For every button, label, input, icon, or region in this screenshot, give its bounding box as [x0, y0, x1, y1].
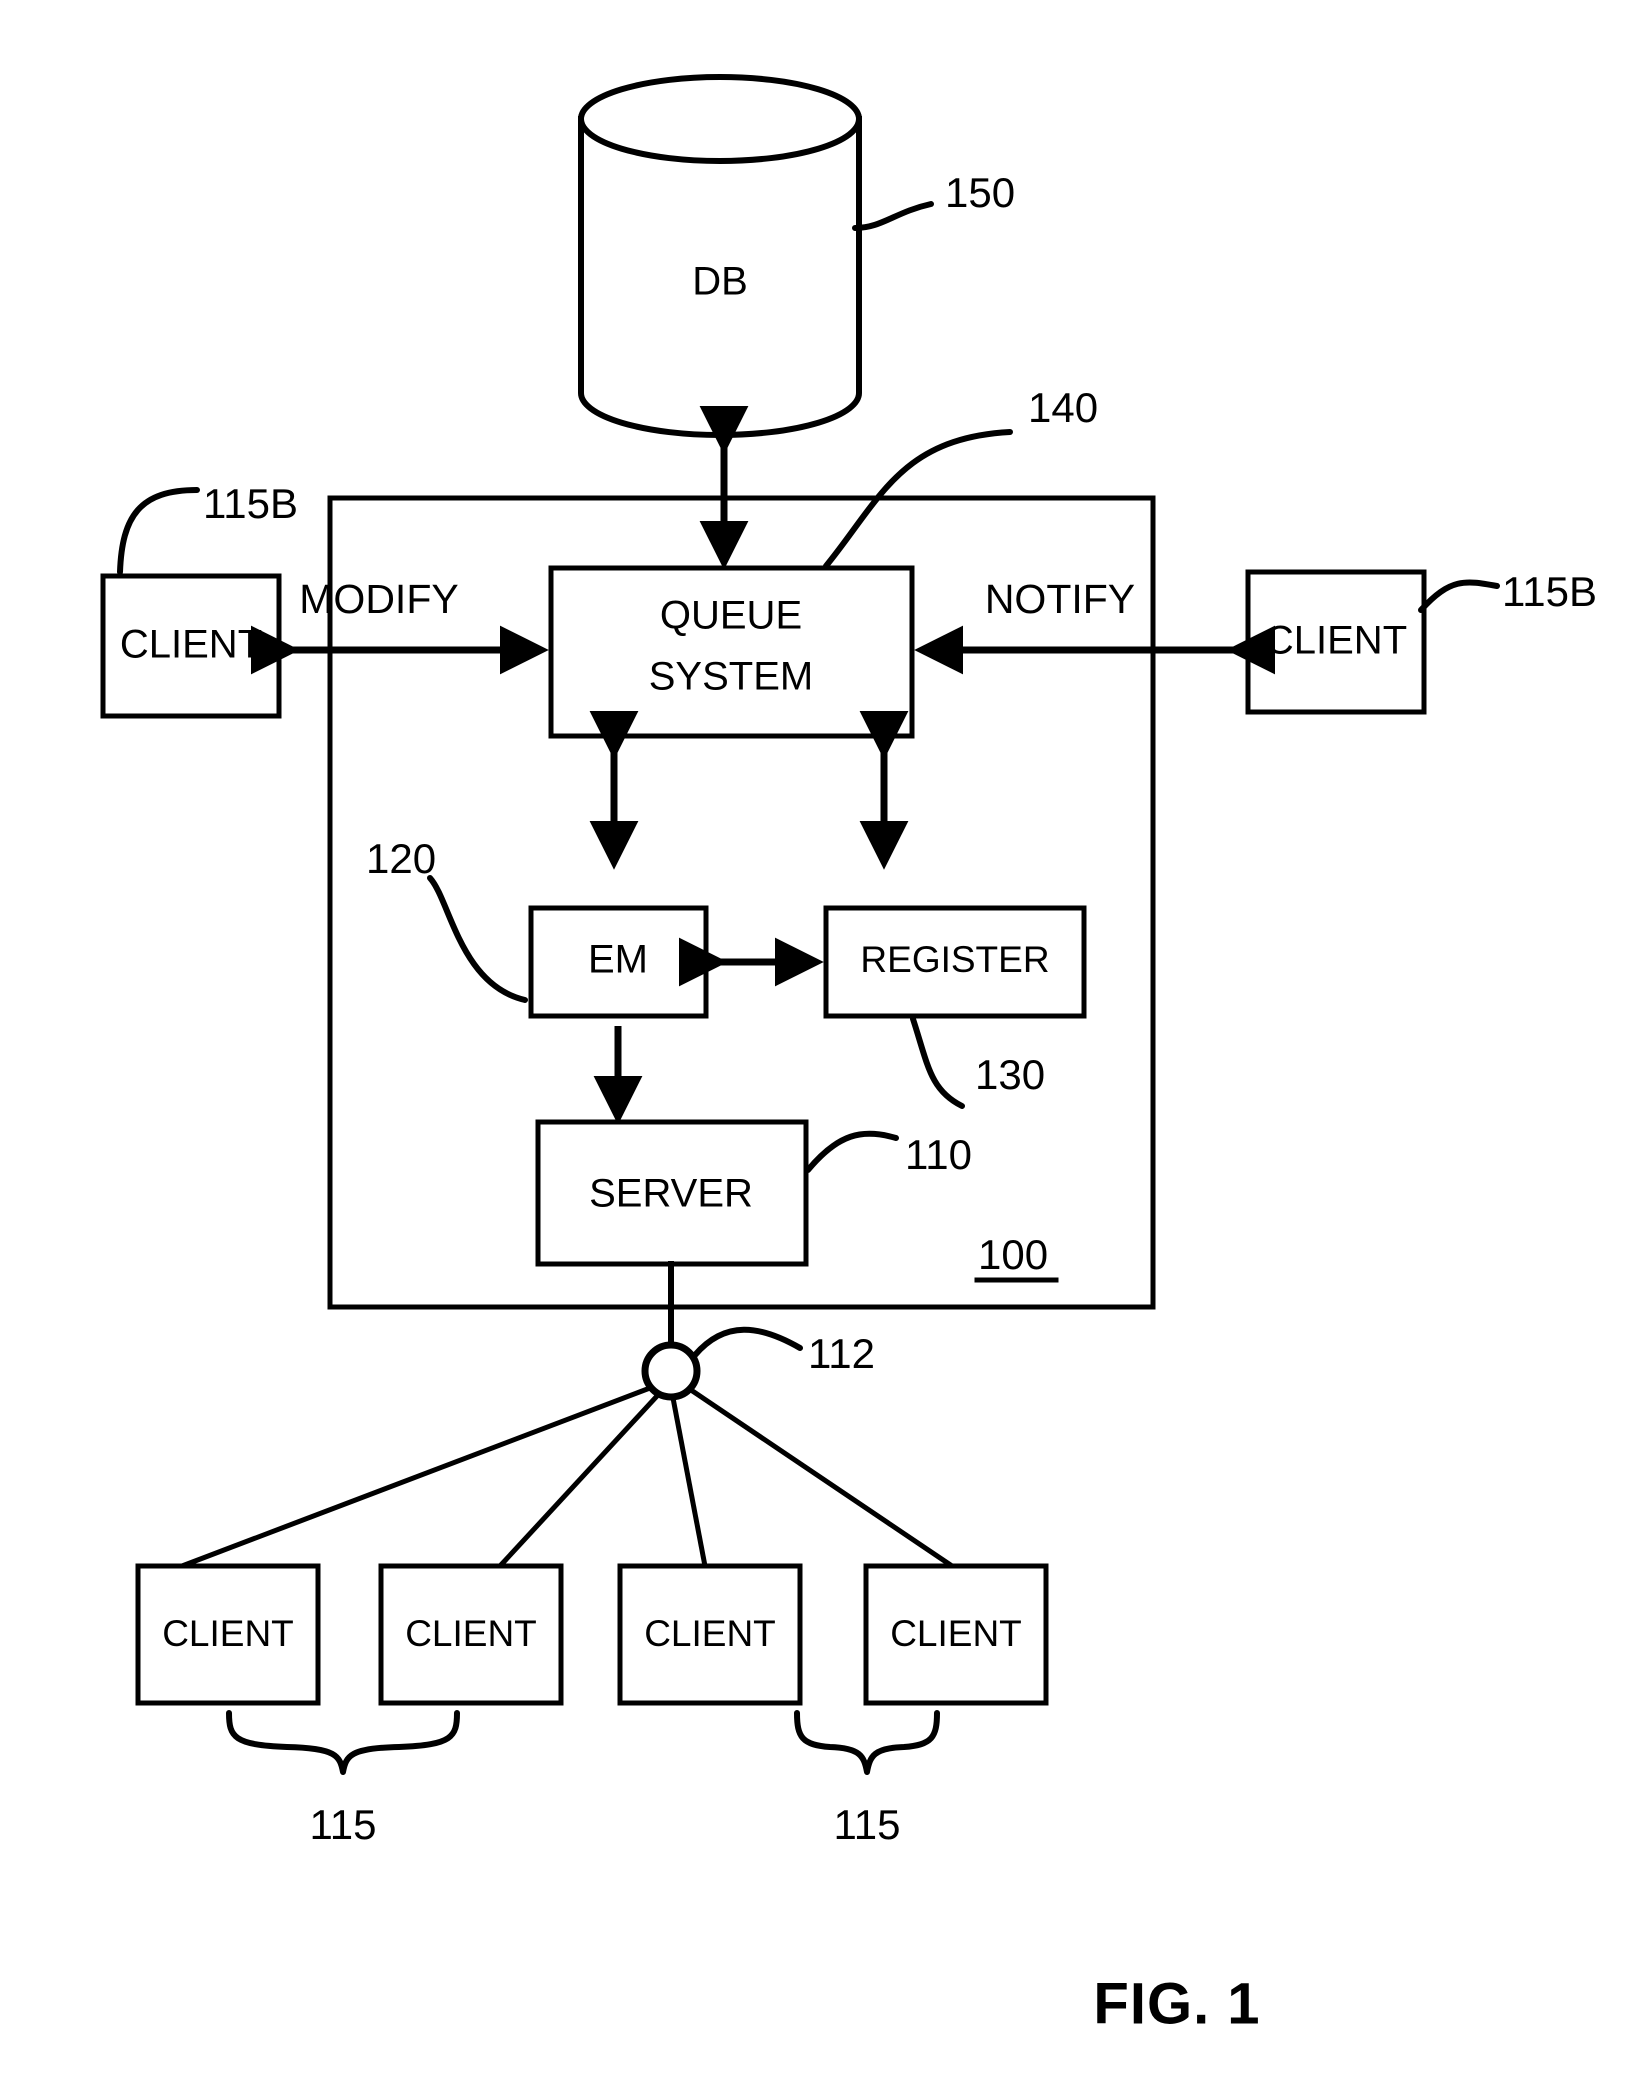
queue-system-label-line2: SYSTEM	[649, 655, 813, 699]
hub-spokes	[181, 1385, 954, 1569]
ref-150-leader-line	[852, 201, 934, 231]
ref-115b-right-callout: 115B	[1418, 568, 1597, 615]
bottom-client-node-1: CLIENT	[135, 1563, 321, 1706]
right-client-label: CLIENT	[1265, 619, 1407, 663]
ref-120-callout: 120	[366, 835, 528, 1003]
hub-spoke-2	[498, 1394, 659, 1568]
ref-150-callout: 150	[852, 169, 1015, 231]
ref-140-label: 140	[1028, 384, 1098, 431]
bottom-client-group-2: 115	[794, 1710, 940, 1848]
ref-115b-right-leader-line	[1418, 579, 1500, 613]
register-label: REGISTER	[860, 939, 1049, 980]
database-cylinder-top	[578, 74, 862, 164]
notify-connector: NOTIFY	[914, 576, 1276, 675]
bottom-group-brace-1	[226, 1710, 460, 1775]
ref-115b-right-label: 115B	[1502, 568, 1597, 615]
notify-label: NOTIFY	[985, 576, 1135, 622]
figure-1-diagram: DB 150 QUEUE SYSTEM 140 CLIENT 115B MODI…	[100, 74, 1597, 2036]
bottom-client-label-2: CLIENT	[405, 1613, 537, 1654]
server-node: SERVER	[535, 1119, 809, 1267]
server-label: SERVER	[589, 1172, 753, 1216]
network-hub-node	[641, 1261, 701, 1401]
ref-120-leader-line	[427, 875, 528, 1003]
ref-130-label: 130	[975, 1051, 1045, 1098]
hub-spoke-3	[670, 1397, 708, 1567]
ref-115b-left-leader-line	[117, 487, 200, 575]
ref-115-group-2-label: 115	[834, 1801, 901, 1848]
ref-110-callout: 110	[805, 1130, 972, 1178]
figure-caption: FIG. 1	[1093, 1971, 1260, 2036]
em-node: EM	[528, 905, 709, 1019]
ref-115-group-1-label: 115	[310, 1801, 377, 1848]
database-node: DB	[578, 74, 862, 438]
bottom-client-group-1: 115	[226, 1710, 460, 1848]
ref-100-label: 100	[978, 1231, 1048, 1278]
ref-115b-left-label: 115B	[203, 480, 298, 527]
left-side-client-node: CLIENT	[100, 573, 282, 719]
right-side-client-node: CLIENT	[1245, 569, 1427, 715]
ref-130-leader-line	[910, 1016, 965, 1109]
ref-140-callout: 140	[823, 384, 1098, 569]
bottom-client-node-4: CLIENT	[863, 1563, 1049, 1706]
bottom-client-node-3: CLIENT	[617, 1563, 803, 1706]
ref-112-callout: 112	[692, 1326, 875, 1377]
bottom-client-label-1: CLIENT	[162, 1613, 294, 1654]
ref-120-label: 120	[366, 835, 436, 882]
ref-150-label: 150	[945, 169, 1015, 216]
database-label: DB	[692, 260, 748, 304]
ref-110-leader-line	[805, 1130, 899, 1173]
queue-system-label-line1: QUEUE	[660, 594, 802, 638]
bottom-client-label-3: CLIENT	[644, 1613, 776, 1654]
hub-spoke-4	[689, 1387, 954, 1569]
ref-130-callout: 130	[910, 1016, 1045, 1109]
ref-100-callout: 100	[974, 1231, 1059, 1283]
bottom-client-node-2: CLIENT	[378, 1563, 564, 1706]
bottom-group-brace-2	[794, 1710, 940, 1775]
ref-115b-left-callout: 115B	[117, 480, 298, 575]
hub-circle	[641, 1341, 701, 1401]
queue-system-node: QUEUE SYSTEM	[548, 565, 915, 739]
ref-110-label: 110	[905, 1131, 972, 1178]
patent-figure-page: DB 150 QUEUE SYSTEM 140 CLIENT 115B MODI…	[0, 0, 1627, 2094]
register-node: REGISTER	[823, 905, 1087, 1019]
modify-label: MODIFY	[299, 576, 458, 622]
ref-112-label: 112	[808, 1330, 875, 1377]
bottom-client-label-4: CLIENT	[890, 1613, 1022, 1654]
em-label: EM	[588, 938, 648, 982]
ref-112-leader-line	[692, 1326, 803, 1358]
left-client-label: CLIENT	[120, 623, 262, 667]
modify-connector: MODIFY	[250, 576, 549, 675]
